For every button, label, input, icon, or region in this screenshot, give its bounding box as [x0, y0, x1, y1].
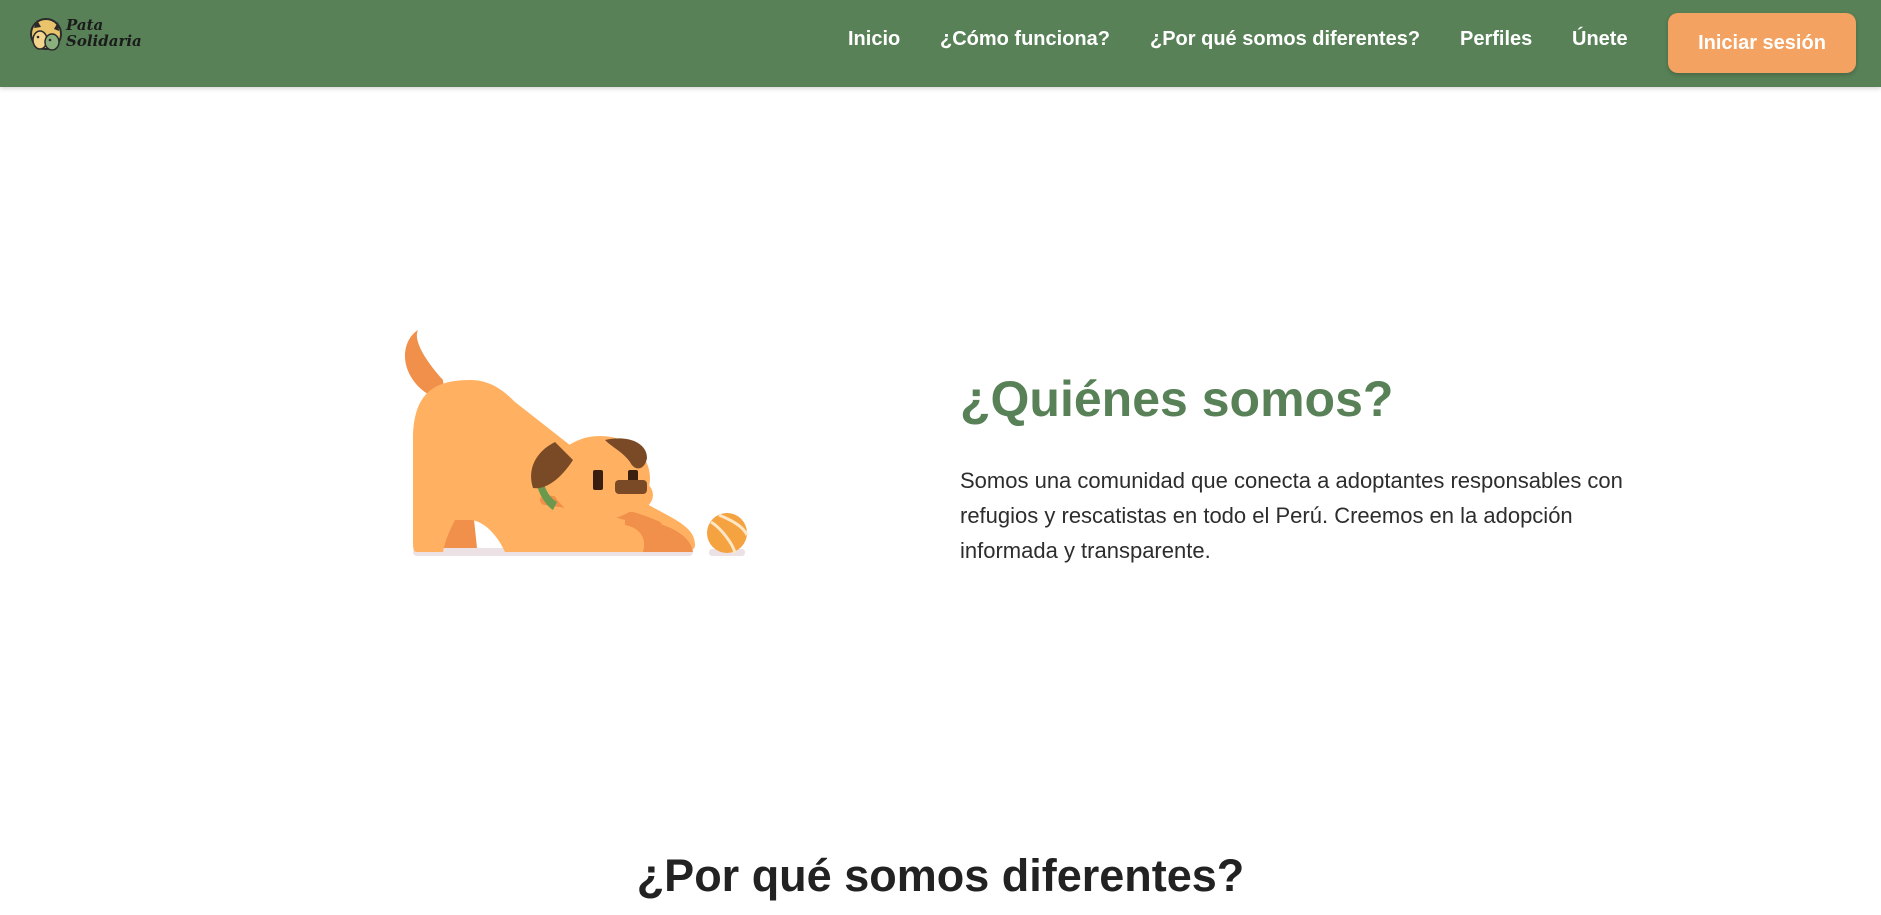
about-description: Somos una comunidad que conecta a adopta… [960, 468, 1623, 563]
about-title: ¿Quiénes somos? [960, 371, 1394, 427]
nav-link-inicio[interactable]: Inicio [848, 28, 900, 51]
why-different-title: ¿Por qué somos diferentes? [636, 850, 1245, 901]
brand-name-line2: Solidaria [66, 32, 142, 50]
nav-link-por-que-diferentes[interactable]: ¿Por qué somos diferentes? [1150, 28, 1420, 51]
nav-link-perfiles[interactable]: Perfiles [1460, 28, 1532, 51]
playing-dog-illustration [404, 330, 749, 556]
nav-link-unete[interactable]: Únete [1572, 28, 1628, 51]
nav-link-como-funciona[interactable]: ¿Cómo funciona? [940, 28, 1110, 51]
brand-logo[interactable]: Pata Solidaria [28, 16, 143, 56]
brand-name-line1: Pata [66, 16, 104, 34]
brand-name: Pata Solidaria [66, 17, 142, 49]
navbar: Pata Solidaria Inicio ¿Cómo funciona? ¿P… [0, 0, 1881, 87]
dog-cat-logo-icon [30, 18, 62, 51]
login-button[interactable]: Iniciar sesión [1668, 13, 1856, 73]
